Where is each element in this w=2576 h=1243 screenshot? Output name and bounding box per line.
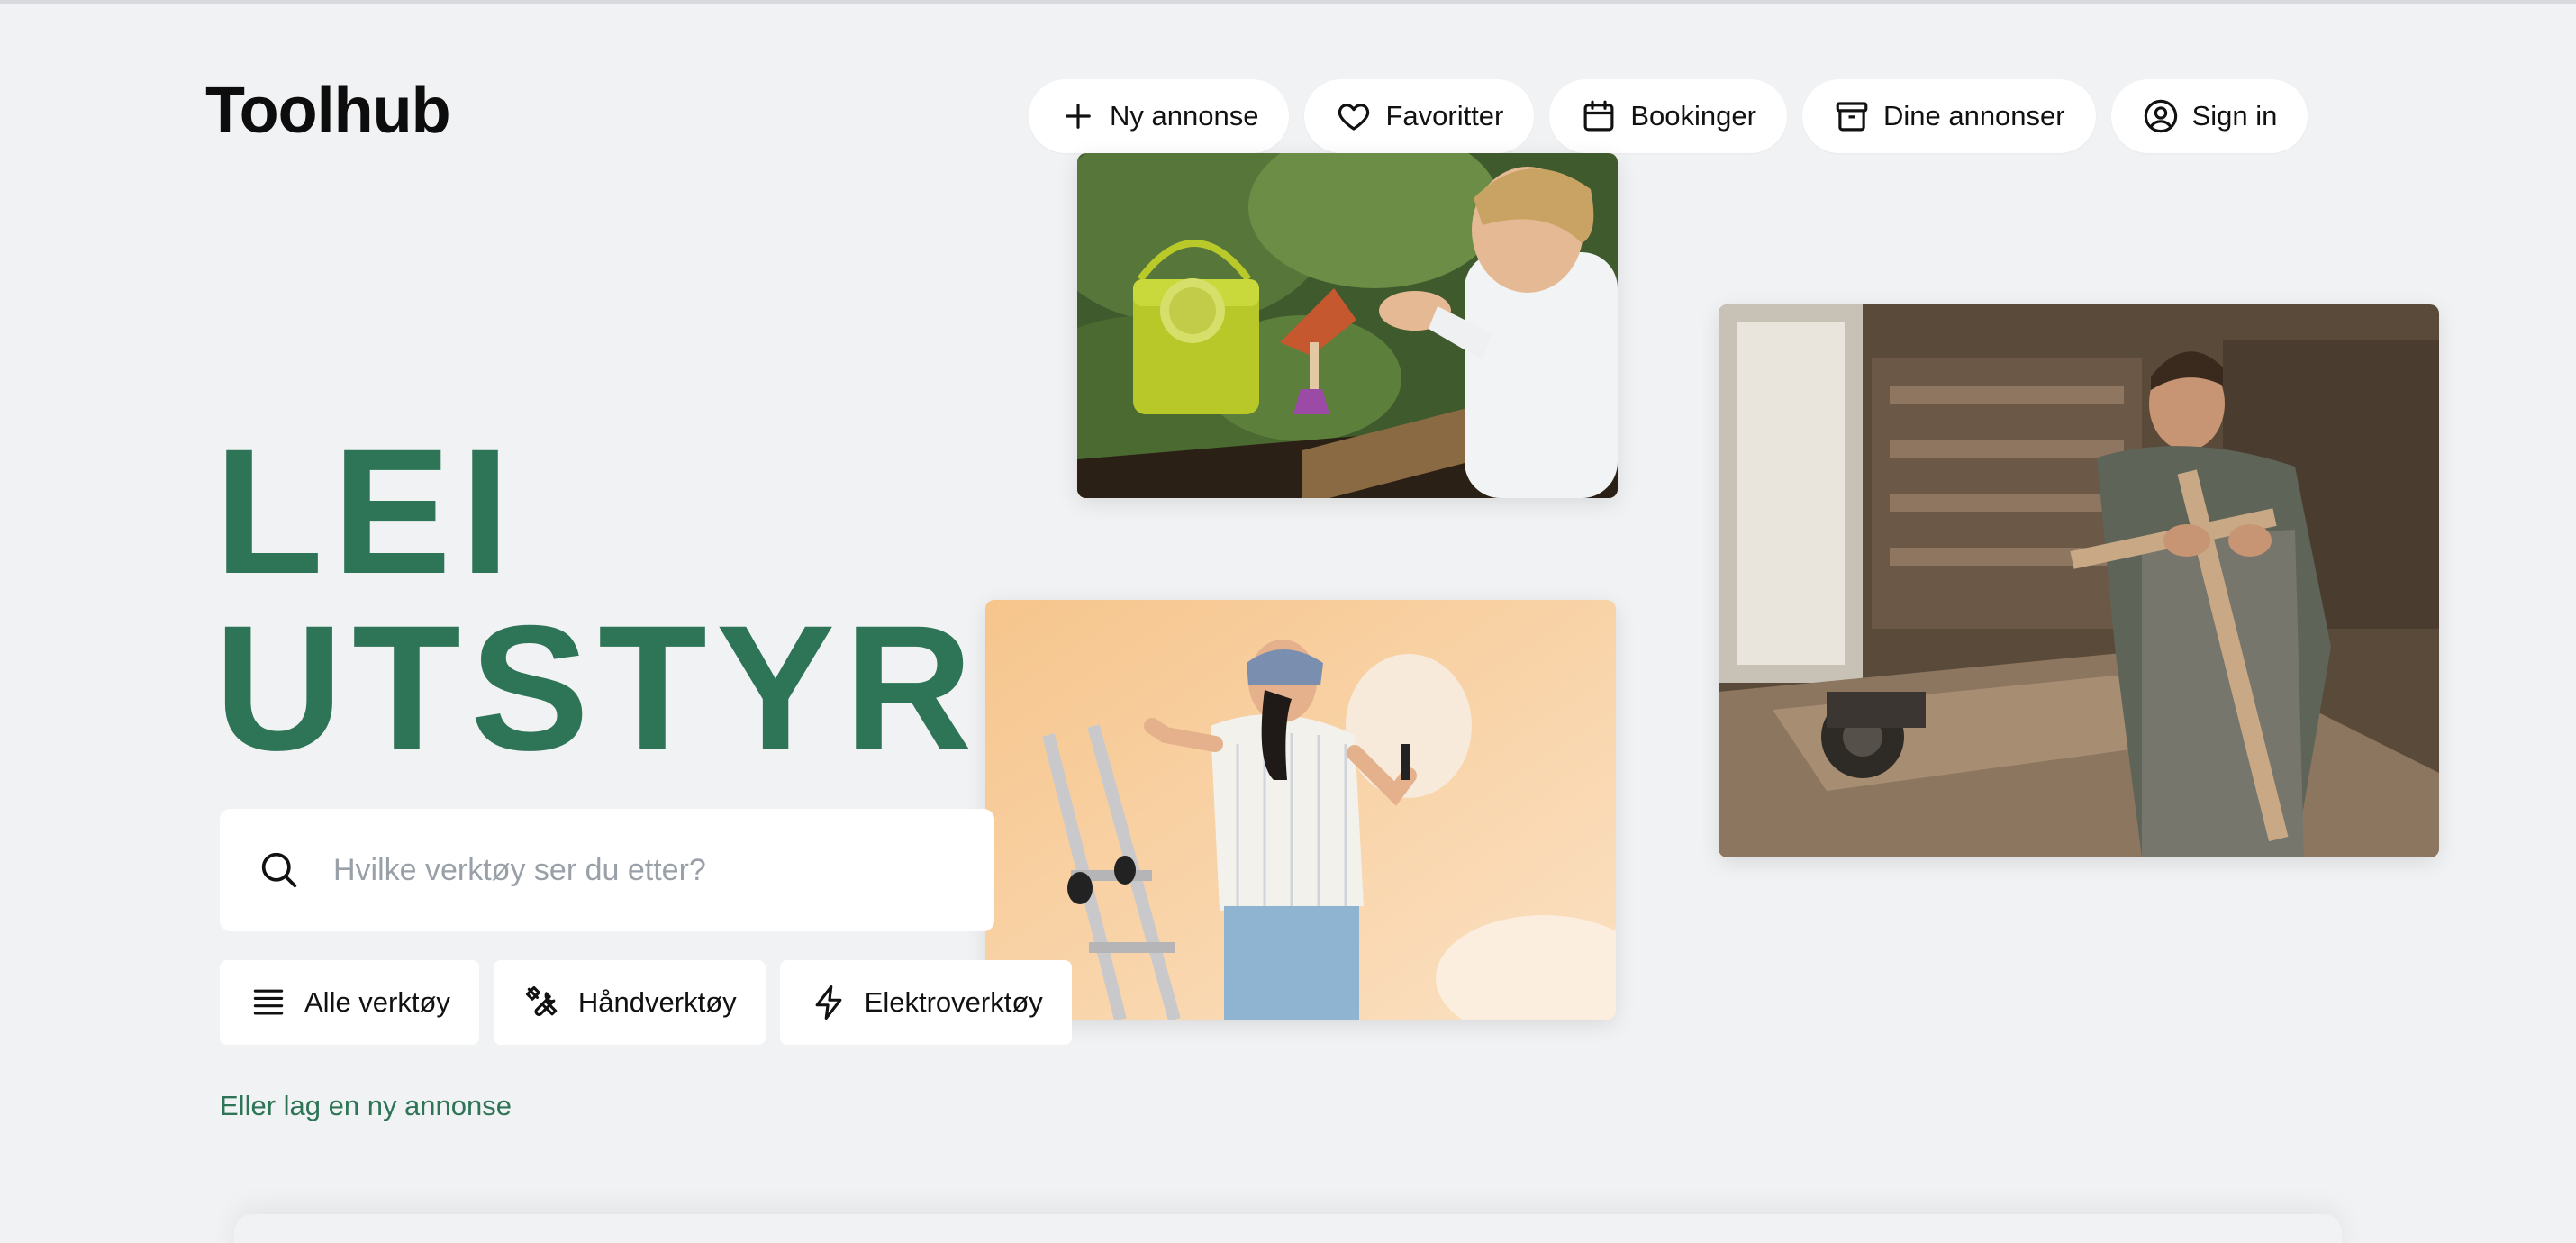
category-label: Alle verktøy	[304, 986, 450, 1018]
sign-in-button[interactable]: Sign in	[2110, 79, 2308, 153]
search-bar[interactable]	[220, 809, 994, 931]
bookings-button[interactable]: Bookinger	[1549, 79, 1787, 153]
favorites-button[interactable]: Favoritter	[1304, 79, 1535, 153]
plus-icon	[1066, 104, 1091, 129]
category-label: Håndverktøy	[577, 986, 737, 1018]
search-icon	[261, 852, 297, 888]
archive-box-icon	[1836, 102, 1868, 132]
woodworker-photo	[1719, 304, 2439, 857]
category-label: Elektroverktøy	[864, 986, 1043, 1018]
page: Toolhub Ny annonse Favoritter Bookinger …	[0, 0, 2576, 1243]
category-all-tools[interactable]: Alle verktøy	[220, 960, 479, 1045]
child-gardening-photo	[1077, 153, 1618, 498]
user-circle-icon	[2144, 99, 2177, 133]
next-section-card	[234, 1214, 2342, 1243]
heart-icon	[1338, 104, 1370, 131]
sign-in-label: Sign in	[2191, 100, 2278, 132]
your-listings-label: Dine annonser	[1882, 100, 2065, 132]
category-hand-tools[interactable]: Håndverktøy	[493, 960, 766, 1045]
woman-painting-wall-photo	[985, 600, 1616, 1020]
lightning-icon	[815, 985, 842, 1020]
favorites-label: Favoritter	[1385, 100, 1504, 132]
new-listing-button[interactable]: Ny annonse	[1029, 79, 1290, 153]
new-listing-label: Ny annonse	[1110, 100, 1259, 132]
your-listings-button[interactable]: Dine annonser	[1801, 79, 2096, 153]
search-input[interactable]	[333, 852, 910, 888]
hero-line-2: UTSTYR	[214, 588, 982, 787]
category-power-tools[interactable]: Elektroverktøy	[779, 960, 1072, 1045]
top-nav: Ny annonse Favoritter Bookinger Dine ann…	[1029, 79, 2308, 153]
calendar-icon	[1583, 100, 1614, 132]
category-chips: Alle verktøy Håndverktøy Elektroverktøy	[220, 960, 1072, 1045]
hero-headline: LEI UTSTYR	[214, 412, 982, 787]
logo[interactable]: Toolhub	[205, 74, 451, 148]
tools-icon	[525, 985, 558, 1016]
create-listing-link[interactable]: Eller lag en ny annonse	[220, 1090, 512, 1122]
bookings-label: Bookinger	[1630, 100, 1756, 132]
top-divider	[0, 0, 2576, 4]
list-icon	[253, 989, 284, 1015]
hero-line-1: LEI	[214, 412, 520, 611]
